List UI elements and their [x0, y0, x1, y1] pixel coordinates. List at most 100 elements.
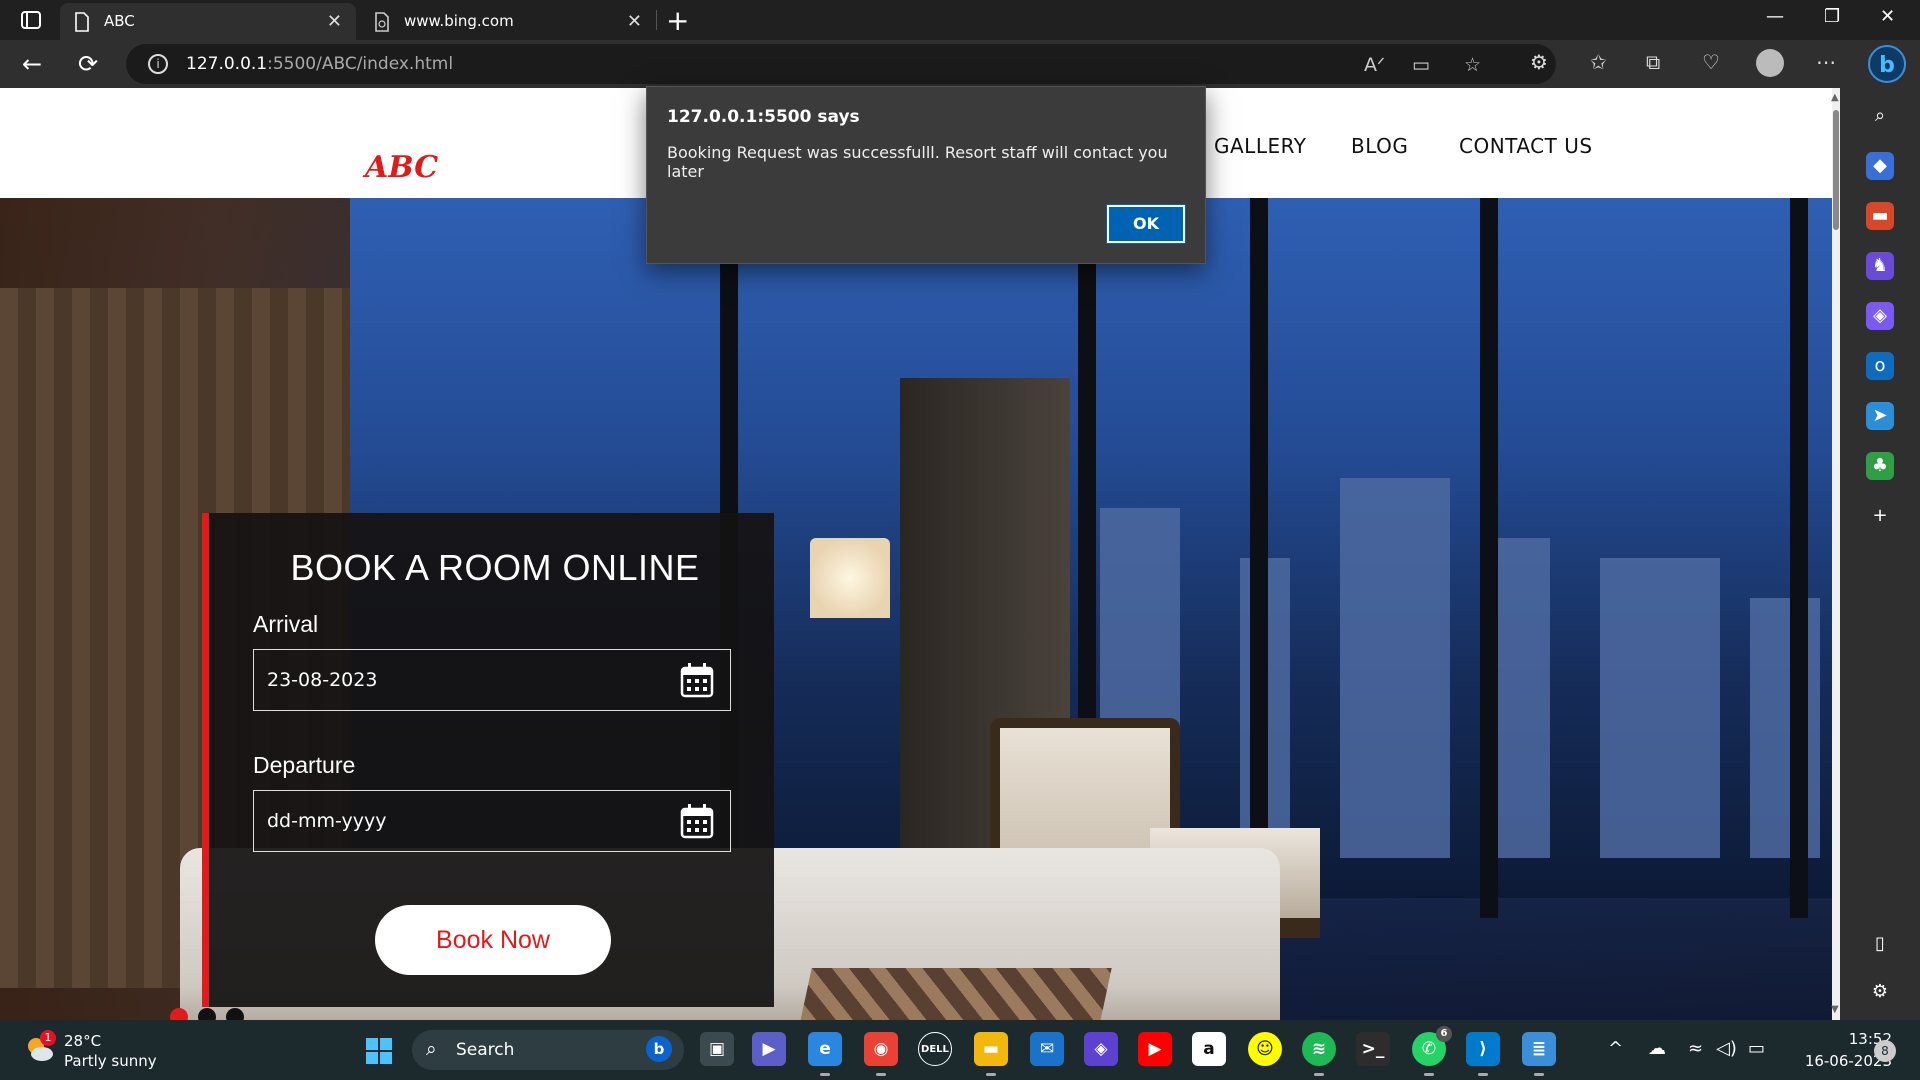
alert-dialog: 127.0.0.1:5500 says Booking Request was …: [646, 86, 1206, 264]
favorites-icon[interactable]: ✩: [1590, 50, 1607, 74]
profile-avatar[interactable]: [1756, 49, 1784, 77]
book-now-button[interactable]: Book Now: [375, 905, 611, 975]
dialog-message: Booking Request was successfulll. Resort…: [667, 143, 1168, 181]
tools-briefcase-icon[interactable]: ▬: [1866, 202, 1894, 230]
running-indicator: [1424, 1073, 1434, 1076]
nav-blog[interactable]: BLOG: [1351, 134, 1408, 158]
browser-essentials-icon[interactable]: ♡: [1702, 50, 1720, 74]
games-icon[interactable]: ♞: [1866, 252, 1894, 280]
favorite-star-icon[interactable]: ☆: [1464, 54, 1481, 76]
notepad-icon[interactable]: ≣: [1522, 1032, 1556, 1076]
tree-icon[interactable]: ♣: [1866, 452, 1894, 480]
edge-icon[interactable]: e: [808, 1032, 842, 1076]
departure-date-placeholder: dd-mm-yyyy: [267, 810, 387, 832]
running-indicator: [1534, 1073, 1544, 1076]
carousel-dot[interactable]: [170, 1008, 188, 1020]
shopping-tag-icon[interactable]: ◆: [1866, 152, 1894, 180]
vscode-icon[interactable]: ⟩: [1466, 1032, 1500, 1076]
edge-sidebar: ⌕ ◆ ▬ ♞ ◈ o ➤ ♣ + ▯ ⚙: [1840, 88, 1920, 1020]
spotify-icon[interactable]: ≋: [1302, 1032, 1336, 1076]
scroll-up-icon[interactable]: ▲: [1831, 92, 1839, 103]
teams-chat-icon[interactable]: ▶: [752, 1032, 786, 1066]
add-sidebar-app-icon[interactable]: +: [1866, 502, 1894, 530]
carousel-dot[interactable]: [226, 1008, 244, 1020]
arrival-date-input[interactable]: 23-08-2023: [253, 649, 731, 711]
url-path: :5500/ABC/index.html: [267, 54, 454, 74]
bing-chat-icon[interactable]: b: [1868, 45, 1906, 83]
copilot-app-icon[interactable]: ◈: [1084, 1032, 1118, 1066]
youtube-icon[interactable]: ▶: [1138, 1032, 1172, 1066]
onedrive-cloud-icon[interactable]: ☁: [1648, 1038, 1666, 1059]
battery-icon[interactable]: ▭: [1748, 1038, 1765, 1059]
tab-title: ABC: [104, 12, 135, 30]
read-aloud-icon[interactable]: Aᐟ: [1364, 54, 1385, 76]
close-tab-icon[interactable]: ✕: [327, 11, 342, 32]
building: [1340, 478, 1450, 858]
booking-title: BOOK A ROOM ONLINE: [290, 547, 700, 588]
tab-abc[interactable]: ABC ✕: [60, 3, 356, 40]
close-window-icon[interactable]: ✕: [1880, 6, 1895, 27]
wifi-icon[interactable]: ≈: [1688, 1038, 1703, 1059]
outlook-icon[interactable]: o: [1866, 352, 1894, 380]
terminal-icon[interactable]: >_: [1356, 1032, 1390, 1066]
window-mullion: [1790, 198, 1808, 918]
minimize-icon[interactable]: —: [1766, 6, 1784, 27]
restore-icon[interactable]: ❐: [1824, 6, 1840, 27]
dialog-ok-button[interactable]: OK: [1106, 204, 1186, 244]
tab-bing[interactable]: www.bing.com ✕: [360, 3, 656, 40]
extensions-icon[interactable]: ⚙: [1530, 50, 1548, 74]
tab-actions-icon[interactable]: [14, 8, 48, 32]
nav-gallery[interactable]: GALLERY: [1214, 134, 1306, 158]
url-host: 127.0.0.1: [186, 54, 268, 74]
nav-contact-us[interactable]: CONTACT US: [1459, 134, 1593, 158]
weather-description[interactable]: Partly sunny: [64, 1052, 157, 1070]
new-tab-icon[interactable]: +: [666, 4, 689, 37]
hide-sidebar-icon[interactable]: ▯: [1866, 930, 1894, 958]
notification-count-badge[interactable]: 8: [1874, 1040, 1896, 1062]
immersive-reader-icon[interactable]: ▭: [1412, 54, 1430, 76]
url-text[interactable]: 127.0.0.1:5500/ABC/index.html: [186, 54, 453, 74]
search-icon: ⌕: [426, 1038, 437, 1060]
show-hidden-icons-icon[interactable]: ^: [1608, 1038, 1623, 1059]
start-button[interactable]: [366, 1038, 392, 1064]
departure-date-input[interactable]: dd-mm-yyyy: [253, 790, 731, 852]
close-tab-icon[interactable]: ✕: [627, 11, 642, 32]
taskbar-search[interactable]: ⌕ Search b: [412, 1030, 684, 1070]
calendar-icon[interactable]: [680, 803, 714, 839]
scrollbar-thumb[interactable]: [1833, 110, 1839, 230]
running-indicator: [1314, 1073, 1324, 1076]
bing-icon: b: [646, 1036, 672, 1062]
more-options-icon[interactable]: ⋯: [1816, 50, 1836, 74]
sidebar-settings-icon[interactable]: ⚙: [1866, 978, 1894, 1006]
chrome-icon[interactable]: ◉: [864, 1032, 898, 1076]
search-icon[interactable]: ⌕: [1866, 102, 1894, 130]
window-mullion: [1250, 198, 1268, 918]
scroll-down-icon[interactable]: ▼: [1831, 1004, 1839, 1015]
send-icon[interactable]: ➤: [1866, 402, 1894, 430]
back-icon[interactable]: ←: [22, 50, 42, 78]
whatsapp-badge: 6: [1436, 1026, 1452, 1042]
address-bar[interactable]: i 127.0.0.1:5500/ABC/index.html Aᐟ ▭ ☆: [126, 44, 1556, 84]
calendar-icon[interactable]: [680, 662, 714, 698]
whatsapp-icon[interactable]: ✆ 6: [1412, 1026, 1452, 1076]
snapchat-icon[interactable]: ☺: [1248, 1032, 1282, 1066]
copilot-icon[interactable]: ◈: [1866, 302, 1894, 330]
refresh-icon[interactable]: ⟳: [78, 50, 98, 78]
browser-toolbar: ← ⟳ i 127.0.0.1:5500/ABC/index.html Aᐟ ▭…: [0, 40, 1920, 88]
site-logo[interactable]: ABC: [365, 150, 438, 185]
weather-temperature[interactable]: 28°C: [64, 1032, 101, 1050]
site-info-icon[interactable]: i: [148, 54, 168, 74]
task-view-icon[interactable]: ▣: [700, 1032, 734, 1066]
dell-icon[interactable]: DELL: [918, 1032, 952, 1066]
amazon-icon[interactable]: a: [1192, 1032, 1226, 1066]
page-icon: [75, 12, 89, 32]
mail-icon[interactable]: ✉: [1030, 1032, 1064, 1066]
taskbar: 1 28°C Partly sunny ⌕ Search b ▣ ▶ e ◉ D…: [0, 1020, 1920, 1080]
dialog-title: 127.0.0.1:5500 says: [667, 107, 860, 127]
collections-icon[interactable]: ⧉: [1646, 50, 1660, 74]
page-scrollbar[interactable]: ▲ ▼: [1831, 88, 1840, 1020]
carousel-dot[interactable]: [198, 1008, 216, 1020]
volume-icon[interactable]: ◁): [1716, 1038, 1737, 1059]
hero-image: BOOK A ROOM ONLINE Arrival 23-08-2023 De…: [0, 198, 1832, 1020]
file-explorer-icon[interactable]: ▬: [974, 1032, 1008, 1076]
